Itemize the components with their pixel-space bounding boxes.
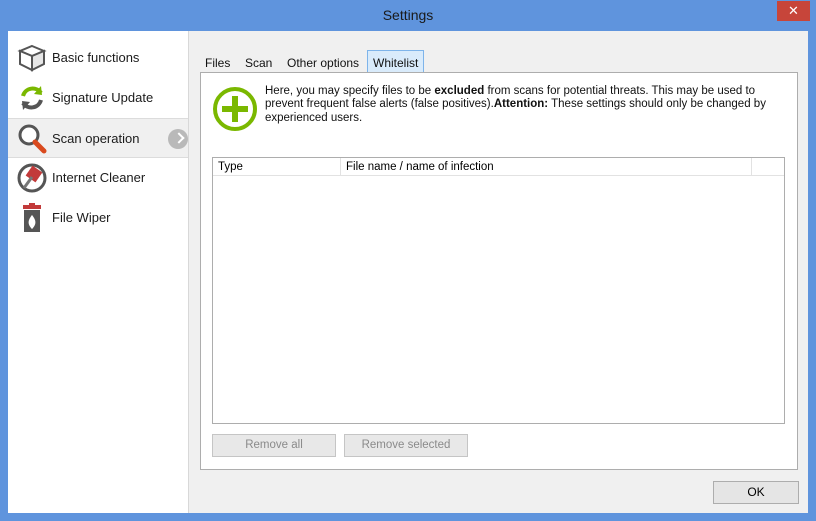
ok-button[interactable]: OK	[713, 481, 799, 504]
settings-window: Settings ✕ Basic functions Signature Upd…	[0, 0, 816, 521]
description-bold-attention: Attention:	[493, 98, 549, 111]
tab-whitelist[interactable]: Whitelist	[367, 50, 425, 73]
close-button[interactable]: ✕	[777, 1, 810, 21]
tab-scan[interactable]: Scan	[240, 50, 277, 72]
close-icon: ✕	[788, 3, 799, 18]
sidebar-item-label: Scan operation	[52, 131, 140, 146]
chevron-right-icon	[168, 129, 188, 149]
refresh-icon	[21, 86, 43, 110]
box-icon	[17, 44, 47, 72]
sidebar-item-label: Signature Update	[52, 90, 154, 105]
sidebar-item-scan-operation[interactable]: Scan operation	[8, 118, 188, 158]
broom-icon	[17, 163, 47, 193]
trash-fire-icon	[23, 203, 41, 232]
whitelist-panel: Here, you may specify files to be exclud…	[200, 72, 798, 470]
list-header: Type File name / name of infection	[213, 158, 784, 176]
title-bar[interactable]: Settings ✕	[0, 0, 816, 31]
window-title: Settings	[382, 7, 434, 23]
tab-other-options[interactable]: Other options	[282, 50, 364, 72]
column-header-empty	[752, 158, 784, 176]
sidebar-item-label: Basic functions	[52, 50, 140, 65]
sidebar-item-internet-cleaner[interactable]: Internet Cleaner	[8, 158, 188, 198]
tab-files[interactable]: Files	[200, 50, 235, 72]
add-plus-icon[interactable]	[212, 86, 258, 132]
column-header-file-name[interactable]: File name / name of infection	[341, 158, 752, 176]
whitelist-description: Here, you may specify files to be exclud…	[265, 85, 785, 125]
column-header-type[interactable]: Type	[213, 158, 341, 176]
magnifier-icon	[18, 124, 47, 154]
remove-all-button[interactable]: Remove all	[212, 434, 336, 457]
sidebar-item-basic-functions[interactable]: Basic functions	[8, 38, 188, 78]
sidebar-item-signature-update[interactable]: Signature Update	[8, 78, 188, 118]
sidebar: Basic functions Signature Update Scan op…	[8, 31, 189, 513]
sidebar-item-file-wiper[interactable]: File Wiper	[8, 198, 188, 238]
sidebar-item-label: Internet Cleaner	[52, 170, 146, 185]
sidebar-item-label: File Wiper	[52, 210, 111, 225]
client-area: Basic functions Signature Update Scan op…	[8, 31, 808, 513]
whitelist-list[interactable]: Type File name / name of infection	[212, 157, 785, 424]
remove-selected-button[interactable]: Remove selected	[344, 434, 468, 457]
description-text: Here, you may specify files to be	[265, 85, 435, 97]
description-bold-excluded: excluded	[434, 85, 485, 97]
